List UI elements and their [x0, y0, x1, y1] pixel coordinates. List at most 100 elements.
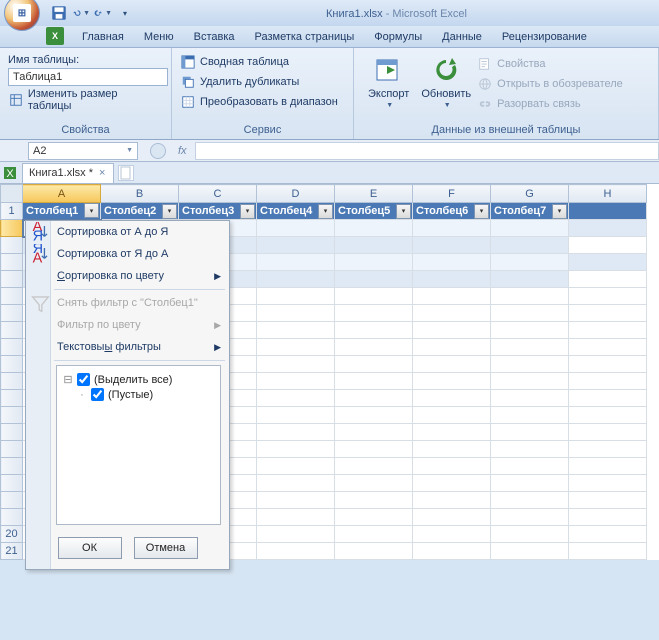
row-header-11[interactable]	[1, 373, 23, 390]
name-box[interactable]: A2 ▼	[28, 142, 138, 160]
cell[interactable]	[413, 288, 491, 305]
cell[interactable]	[335, 305, 413, 322]
tab-pagelayout[interactable]: Разметка страницы	[245, 28, 365, 47]
row-header-20[interactable]: 20	[1, 526, 23, 543]
select-all-corner[interactable]	[1, 185, 23, 203]
col-header-A[interactable]: A	[23, 185, 101, 203]
cell[interactable]	[257, 458, 335, 475]
cancel-button[interactable]: Отмена	[134, 537, 198, 559]
cell[interactable]	[491, 509, 569, 526]
cell[interactable]	[491, 475, 569, 492]
row-header-9[interactable]	[1, 339, 23, 356]
col-header-H[interactable]: H	[569, 185, 647, 203]
cell[interactable]	[569, 441, 647, 458]
cell[interactable]	[257, 271, 335, 288]
row-header-5[interactable]	[1, 271, 23, 288]
torange-button[interactable]: Преобразовать в диапазон	[180, 92, 345, 112]
redo-icon[interactable]: ▼	[94, 4, 112, 22]
cell[interactable]	[257, 322, 335, 339]
cell[interactable]	[257, 475, 335, 492]
sort-color-item[interactable]: Сортировка по цвету ▶	[26, 265, 229, 287]
cell[interactable]	[491, 543, 569, 560]
cell[interactable]	[335, 407, 413, 424]
row-header-17[interactable]	[1, 475, 23, 492]
row-header-13[interactable]	[1, 407, 23, 424]
cell[interactable]	[569, 390, 647, 407]
cell[interactable]	[335, 322, 413, 339]
cell[interactable]	[413, 237, 491, 254]
cell[interactable]	[335, 424, 413, 441]
cell[interactable]	[413, 390, 491, 407]
cell[interactable]	[491, 237, 569, 254]
cell[interactable]	[335, 356, 413, 373]
cell[interactable]	[569, 458, 647, 475]
checkbox-blanks[interactable]	[91, 388, 104, 401]
ok-button[interactable]: ОК	[58, 537, 122, 559]
cell[interactable]	[491, 458, 569, 475]
row-header-19[interactable]	[1, 509, 23, 526]
resize-table-button[interactable]: Изменить размер таблицы	[8, 86, 163, 114]
cell[interactable]	[335, 441, 413, 458]
cell[interactable]	[491, 407, 569, 424]
cell[interactable]	[491, 305, 569, 322]
cell[interactable]	[335, 526, 413, 543]
cell[interactable]	[491, 322, 569, 339]
cell[interactable]	[491, 271, 569, 288]
cell[interactable]	[335, 390, 413, 407]
cell[interactable]	[257, 441, 335, 458]
row-header-14[interactable]	[1, 424, 23, 441]
checkbox-all[interactable]	[77, 373, 90, 386]
table-header-cell[interactable]: Столбец3▾	[179, 203, 257, 220]
tab-review[interactable]: Рецензирование	[492, 28, 597, 47]
col-header-E[interactable]: E	[335, 185, 413, 203]
cell[interactable]	[335, 458, 413, 475]
cell[interactable]	[491, 356, 569, 373]
cell[interactable]	[257, 424, 335, 441]
row-header-3[interactable]	[1, 237, 23, 254]
cell[interactable]	[491, 441, 569, 458]
cell[interactable]	[413, 492, 491, 509]
cell[interactable]	[569, 373, 647, 390]
cell[interactable]	[257, 526, 335, 543]
table-header-cell[interactable]: Столбец5▾	[335, 203, 413, 220]
namebox-dropdown-icon[interactable]: ▼	[126, 147, 133, 154]
cell[interactable]	[257, 390, 335, 407]
col-header-F[interactable]: F	[413, 185, 491, 203]
pivot-button[interactable]: Сводная таблица	[180, 52, 345, 72]
export-button[interactable]: Экспорт▼	[362, 52, 415, 122]
filter-value-all[interactable]: ⊟(Выделить все)	[63, 372, 214, 387]
cell[interactable]	[335, 254, 413, 271]
filter-values-list[interactable]: ⊟(Выделить все) ·(Пустые)	[56, 365, 221, 525]
col-header-D[interactable]: D	[257, 185, 335, 203]
cell[interactable]	[335, 543, 413, 560]
cell[interactable]	[257, 373, 335, 390]
cell[interactable]	[569, 526, 647, 543]
cell[interactable]	[413, 254, 491, 271]
tab-data[interactable]: Данные	[432, 28, 492, 47]
col-header-G[interactable]: G	[491, 185, 569, 203]
filter-dropdown-icon[interactable]: ▾	[474, 204, 489, 219]
cell[interactable]	[569, 339, 647, 356]
filter-dropdown-icon[interactable]: ▾	[396, 204, 411, 219]
row-header-7[interactable]	[1, 305, 23, 322]
cell[interactable]	[335, 339, 413, 356]
undo-icon[interactable]: ▼	[72, 4, 90, 22]
cell[interactable]	[569, 509, 647, 526]
cell[interactable]	[413, 220, 491, 237]
table-header-cell[interactable]: Столбец7▾	[491, 203, 569, 220]
cell[interactable]	[257, 220, 335, 237]
cell[interactable]	[413, 543, 491, 560]
cell[interactable]	[413, 407, 491, 424]
sort-desc-item[interactable]: ЯА Сортировка от Я до А	[26, 243, 229, 265]
cell[interactable]	[569, 288, 647, 305]
filter-dropdown-icon[interactable]: ▾	[240, 204, 255, 219]
cell[interactable]	[413, 339, 491, 356]
cell[interactable]	[569, 220, 647, 237]
cell[interactable]	[257, 237, 335, 254]
spreadsheet-grid[interactable]: ABCDEFGH1Столбец1▾Столбец2▾Столбец3▾Стол…	[0, 184, 659, 560]
cell[interactable]	[257, 356, 335, 373]
cell[interactable]	[413, 373, 491, 390]
cell[interactable]	[569, 424, 647, 441]
row-header-10[interactable]	[1, 356, 23, 373]
filter-dropdown-icon[interactable]: ▾	[84, 203, 99, 218]
